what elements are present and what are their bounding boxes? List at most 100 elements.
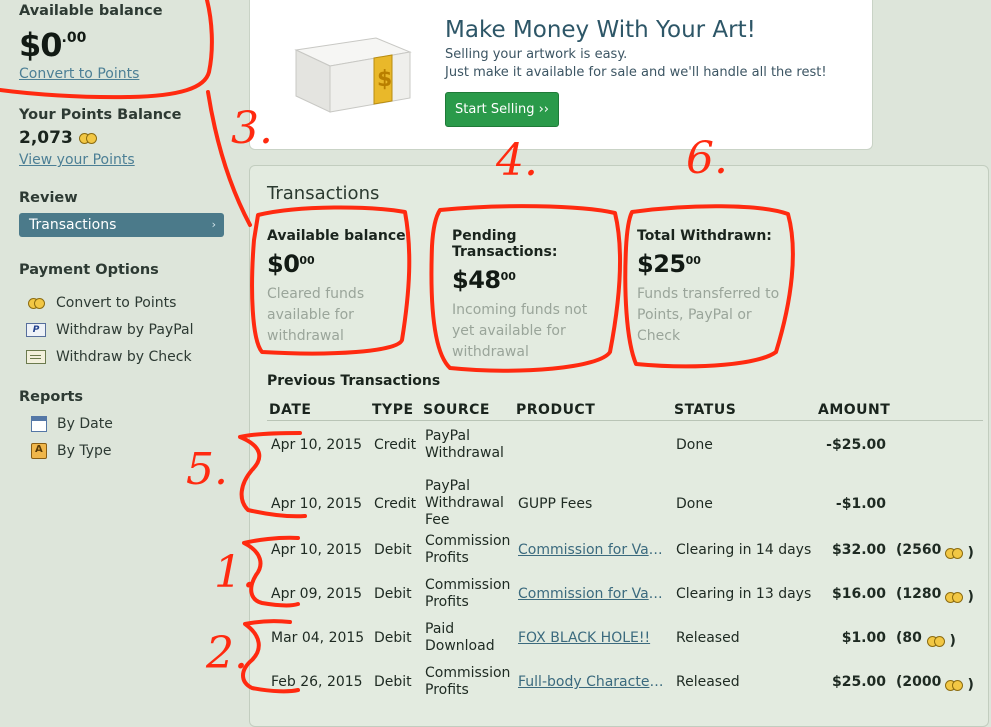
transactions-panel: Transactions Available balance: $000 Cle… [249, 165, 989, 727]
paypal-icon: P [26, 323, 46, 337]
cell-points: (1280 [896, 586, 942, 602]
column-header-type[interactable]: TYPE [372, 402, 414, 418]
start-selling-button[interactable]: Start Selling ›› [445, 92, 559, 127]
card-description: Incoming funds not yet available for withd… [452, 302, 588, 360]
card-amount: $000 [267, 250, 315, 278]
cell-points: (2560 [896, 542, 942, 558]
card-description: Cleared funds available for withdrawal [267, 286, 365, 344]
cell-type: Debit [374, 674, 412, 690]
view-points-link[interactable]: View your Points [19, 152, 135, 168]
sidebar-item-withdraw-paypal[interactable]: P Withdraw by PayPal [26, 322, 194, 338]
cell-status: Released [676, 674, 740, 690]
cell-status: Done [676, 495, 713, 512]
cell-source: Profits [425, 594, 469, 610]
column-header-product[interactable]: PRODUCT [516, 402, 595, 418]
cell-amount: -$1.00 [835, 495, 886, 512]
cell-date: Apr 10, 2015 [271, 495, 363, 512]
available-balance-amount: $0.00 [19, 26, 87, 64]
total-withdrawn-card: Total Withdrawn: $2500 Funds transferred… [637, 228, 787, 347]
cell-source: Paid [425, 621, 455, 637]
cell-amount: $32.00 [831, 542, 886, 558]
annotation-label-3: 3. [231, 103, 273, 154]
cell-amount: $16.00 [831, 586, 886, 602]
coins-icon: ) [945, 545, 974, 562]
cell-status: Released [676, 630, 740, 646]
available-balance-label: Available balance [19, 3, 163, 19]
cell-amount: $25.00 [831, 674, 886, 690]
chevron-right-icon: › [211, 218, 216, 231]
sidebar-item-withdraw-check[interactable]: Withdraw by Check [26, 349, 192, 365]
cell-type: Debit [374, 586, 412, 602]
cell-source: Commission [425, 533, 511, 549]
cell-amount: -$25.00 [826, 437, 886, 453]
cell-source: Profits [425, 550, 469, 566]
review-heading: Review [19, 190, 78, 206]
cell-date: Apr 10, 2015 [271, 542, 363, 558]
annotation-label-4: 4. [496, 135, 538, 186]
cell-date: Apr 09, 2015 [271, 586, 363, 602]
annotation-label-2: 2. [206, 628, 248, 679]
sidebar-item-transactions[interactable]: Transactions › [19, 213, 224, 237]
column-header-date[interactable]: DATE [269, 402, 311, 418]
promo-banner: $ Make Money With Your Art! Selling your… [249, 0, 873, 150]
cell-date: Apr 10, 2015 [271, 437, 363, 453]
cell-type: Credit [374, 495, 417, 512]
payment-options-heading: Payment Options [19, 262, 159, 278]
column-header-amount[interactable]: AMOUNT [818, 402, 890, 418]
promo-line-1: Selling your artwork is easy. [445, 47, 628, 62]
promo-title: Make Money With Your Art! [445, 17, 756, 43]
points-balance-value: 2,073 [19, 128, 97, 148]
cell-date: Mar 04, 2015 [271, 630, 365, 646]
column-header-source[interactable]: SOURCE [423, 402, 490, 418]
page-title: Transactions [267, 183, 380, 204]
sidebar-item-by-type[interactable]: By Type [31, 443, 112, 459]
cell-points: (2000 [896, 674, 942, 690]
cell-source: PayPal [425, 428, 470, 444]
money-stack-icon: $ [294, 37, 412, 113]
coins-icon: ) [945, 589, 974, 606]
coins-icon: ) [927, 633, 956, 650]
cell-source: Profits [425, 682, 469, 698]
cell-product-link[interactable]: Full-body Character Commission [518, 674, 668, 691]
cell-type: Credit [374, 437, 417, 453]
card-title: Available balance: [267, 228, 412, 244]
cell-source: PayPal [425, 478, 470, 494]
convert-to-points-link[interactable]: Convert to Points [19, 66, 139, 82]
cell-amount: $1.00 [841, 630, 886, 646]
coins-icon [78, 128, 97, 148]
calendar-icon [31, 416, 47, 432]
cell-product: GUPP Fees [518, 495, 593, 512]
table-header-divider [267, 420, 983, 421]
cell-source: Withdrawal [425, 445, 504, 461]
sidebar-item-convert-to-points[interactable]: Convert to Points [26, 295, 176, 311]
cell-type: Debit [374, 630, 412, 646]
cell-source: Commission [425, 577, 511, 593]
cell-source: Download [425, 638, 495, 654]
cell-product-link[interactable]: Commission for Various Things [518, 542, 668, 559]
coins-icon [26, 296, 46, 310]
reports-heading: Reports [19, 389, 84, 405]
annotation-label-1: 1. [214, 547, 256, 598]
cell-status: Done [676, 437, 713, 453]
annotation-label-6: 6. [686, 133, 728, 184]
cell-date: Feb 26, 2015 [271, 674, 363, 690]
promo-line-2: Just make it available for sale and we'l… [445, 65, 827, 80]
card-amount: $2500 [637, 250, 701, 278]
type-icon [31, 443, 47, 459]
cell-source: Withdrawal [425, 495, 504, 511]
column-header-status[interactable]: STATUS [674, 402, 736, 418]
svg-text:$: $ [377, 67, 392, 92]
card-title: Total Withdrawn: [637, 228, 772, 244]
card-title: Pending Transactions: [452, 228, 558, 260]
cell-product-link[interactable]: FOX BLACK HOLE!! [518, 630, 668, 647]
card-amount: $4800 [452, 266, 516, 294]
card-description: Funds transferred to Points, PayPal or Che… [637, 286, 780, 344]
cell-type: Debit [374, 542, 412, 558]
sidebar-item-by-date[interactable]: By Date [31, 416, 113, 432]
pending-transactions-card: Pending Transactions: $4800 Incoming fun… [452, 228, 602, 363]
cell-points: (80 [896, 630, 922, 646]
cell-product-link[interactable]: Commission for Various Things [518, 586, 668, 603]
coins-icon: ) [945, 677, 974, 694]
check-icon [26, 350, 46, 364]
cell-source: Fee [425, 512, 450, 528]
